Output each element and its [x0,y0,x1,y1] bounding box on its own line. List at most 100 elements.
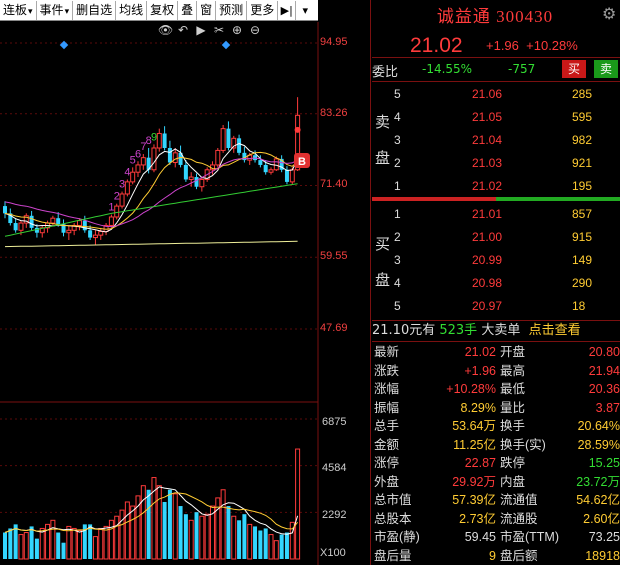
stat-value: 20.80 [588,345,620,359]
stat-label: 内盘 [500,474,526,489]
ma120-line [4,240,298,248]
volume-bar [183,514,188,559]
volume-bar [29,526,34,559]
gear-icon[interactable]: ⚙ [602,4,616,23]
order-price: 20.97 [471,299,502,313]
toolbar-button[interactable]: 删自选 [73,0,117,20]
volume-bar [178,506,183,559]
price-axis-label: 47.69 [320,322,348,334]
candle-body [98,231,104,236]
order-volume: 285 [572,87,593,101]
stat-label: 换手 [500,419,526,433]
candle-body [226,128,231,148]
volume-bar [172,493,178,560]
weibi-label: 委比 [372,65,399,80]
volume-bar [237,520,242,559]
ask-row[interactable]: 5 21.06 285 [372,83,620,105]
stat-row: 外盘 29.92万 内盘 23.72万 [372,473,620,492]
ask-row[interactable]: 1 21.02 195 [372,175,620,197]
stat-label: 总股本 [374,511,412,526]
stock-code: 300430 [496,7,554,26]
ask-row[interactable]: 3 21.04 982 [372,129,620,151]
candle-body [199,178,205,188]
weibi-row: 委比 -14.55% -757 买 卖 [372,59,620,81]
bid-ask-divider-red [372,197,496,201]
chart-toolbar: 连板事件删自选均线复权叠窗预测更多▶|▾ [0,0,318,21]
volume-bar [114,515,120,560]
order-volume: 149 [572,253,593,267]
toolbar-button[interactable]: 叠 [178,0,198,20]
toolbar-button[interactable]: 连板 [0,0,37,20]
volume-bar [119,509,125,560]
stat-label: 涨停 [374,456,400,470]
candle-body [34,227,39,233]
candle-body [188,176,194,180]
volume-bar [92,536,98,560]
candle-body [156,132,162,149]
candle-body [215,149,221,166]
volume-bar [231,515,237,560]
stat-value: 21.94 [588,363,620,378]
volume-bar [162,501,167,559]
stat-row: 市盈(静) 59.45 市盈(TTM) 73.25 [372,528,620,547]
candle-body [108,216,114,226]
change-value: +1.96 [486,38,519,53]
nine-turn-marker: 1 [108,202,114,214]
order-price: 21.03 [471,156,502,170]
stat-value: 11.25亿 [453,437,496,452]
toolbar-button[interactable]: 窗 [197,0,217,20]
toolbar-button[interactable]: 事件 [37,0,74,20]
order-price: 21.02 [471,179,502,193]
ticker-label: 大卖单 [481,323,521,338]
candle-body [194,177,199,187]
volume-bar [279,534,284,559]
candle-body [50,217,56,224]
play-end-icon[interactable]: ▶| [278,0,297,20]
toolbar-button[interactable]: 更多 [247,0,279,20]
stat-label: 外盘 [374,474,400,489]
stat-value: +10.28% [446,382,496,396]
order-price: 20.99 [471,253,502,267]
chevron-down-icon[interactable]: ▾ [296,1,314,20]
price-axis-label: 83.26 [320,107,348,119]
kline-chart[interactable]: 12345678 9B [0,22,368,565]
candle-body [151,147,157,171]
stat-value: 22.87 [464,456,496,470]
volume-bar [71,527,77,560]
order-price: 21.05 [471,110,502,124]
order-price: 21.01 [471,207,502,221]
toolbar-button[interactable]: 均线 [116,0,148,20]
stat-label: 最低 [500,382,526,396]
volume-bar [108,519,114,560]
candle-body [3,206,7,214]
stat-label: 总手 [374,419,400,433]
candle-body [114,205,120,218]
bid-row[interactable]: 4 20.98 290 [372,272,620,294]
ticker-link[interactable]: 点击查看 [529,323,581,338]
stat-label: 量比 [500,400,526,415]
volume-bar [295,448,301,560]
order-volume: 290 [572,276,593,290]
order-volume: 915 [572,230,593,244]
ask-row[interactable]: 4 21.05 595 [372,106,620,128]
level-number: 1 [394,207,401,221]
order-price: 20.98 [471,276,502,290]
buy-button[interactable]: 买 [562,60,586,78]
volume-axis-label: 4584 [322,462,347,474]
bid-row[interactable]: 3 20.99 149 [372,249,620,271]
volume-bar [130,505,136,560]
last-price: 21.02 [410,34,463,57]
bid-row[interactable]: 2 21.00 915 [372,226,620,248]
volume-bar [3,532,7,559]
volume-unit-label: X100 [320,547,346,559]
toolbar-button[interactable]: 复权 [147,0,179,20]
stat-value: 3.87 [595,400,620,415]
stat-row: 最新 21.02 开盘 20.80 [372,343,620,362]
bid-row[interactable]: 1 21.01 857 [372,203,620,225]
order-book: 卖 盘 买 盘 5 21.06 285 4 21.05 595 3 21.04 982 2 21.0… [372,83,620,319]
ask-row[interactable]: 2 21.03 921 [372,152,620,174]
toolbar-button[interactable]: 预测 [216,0,248,20]
sell-button[interactable]: 卖 [594,60,618,78]
bid-row[interactable]: 5 20.97 18 [372,295,620,317]
stat-row: 涨幅 +10.28% 最低 20.36 [372,380,620,399]
